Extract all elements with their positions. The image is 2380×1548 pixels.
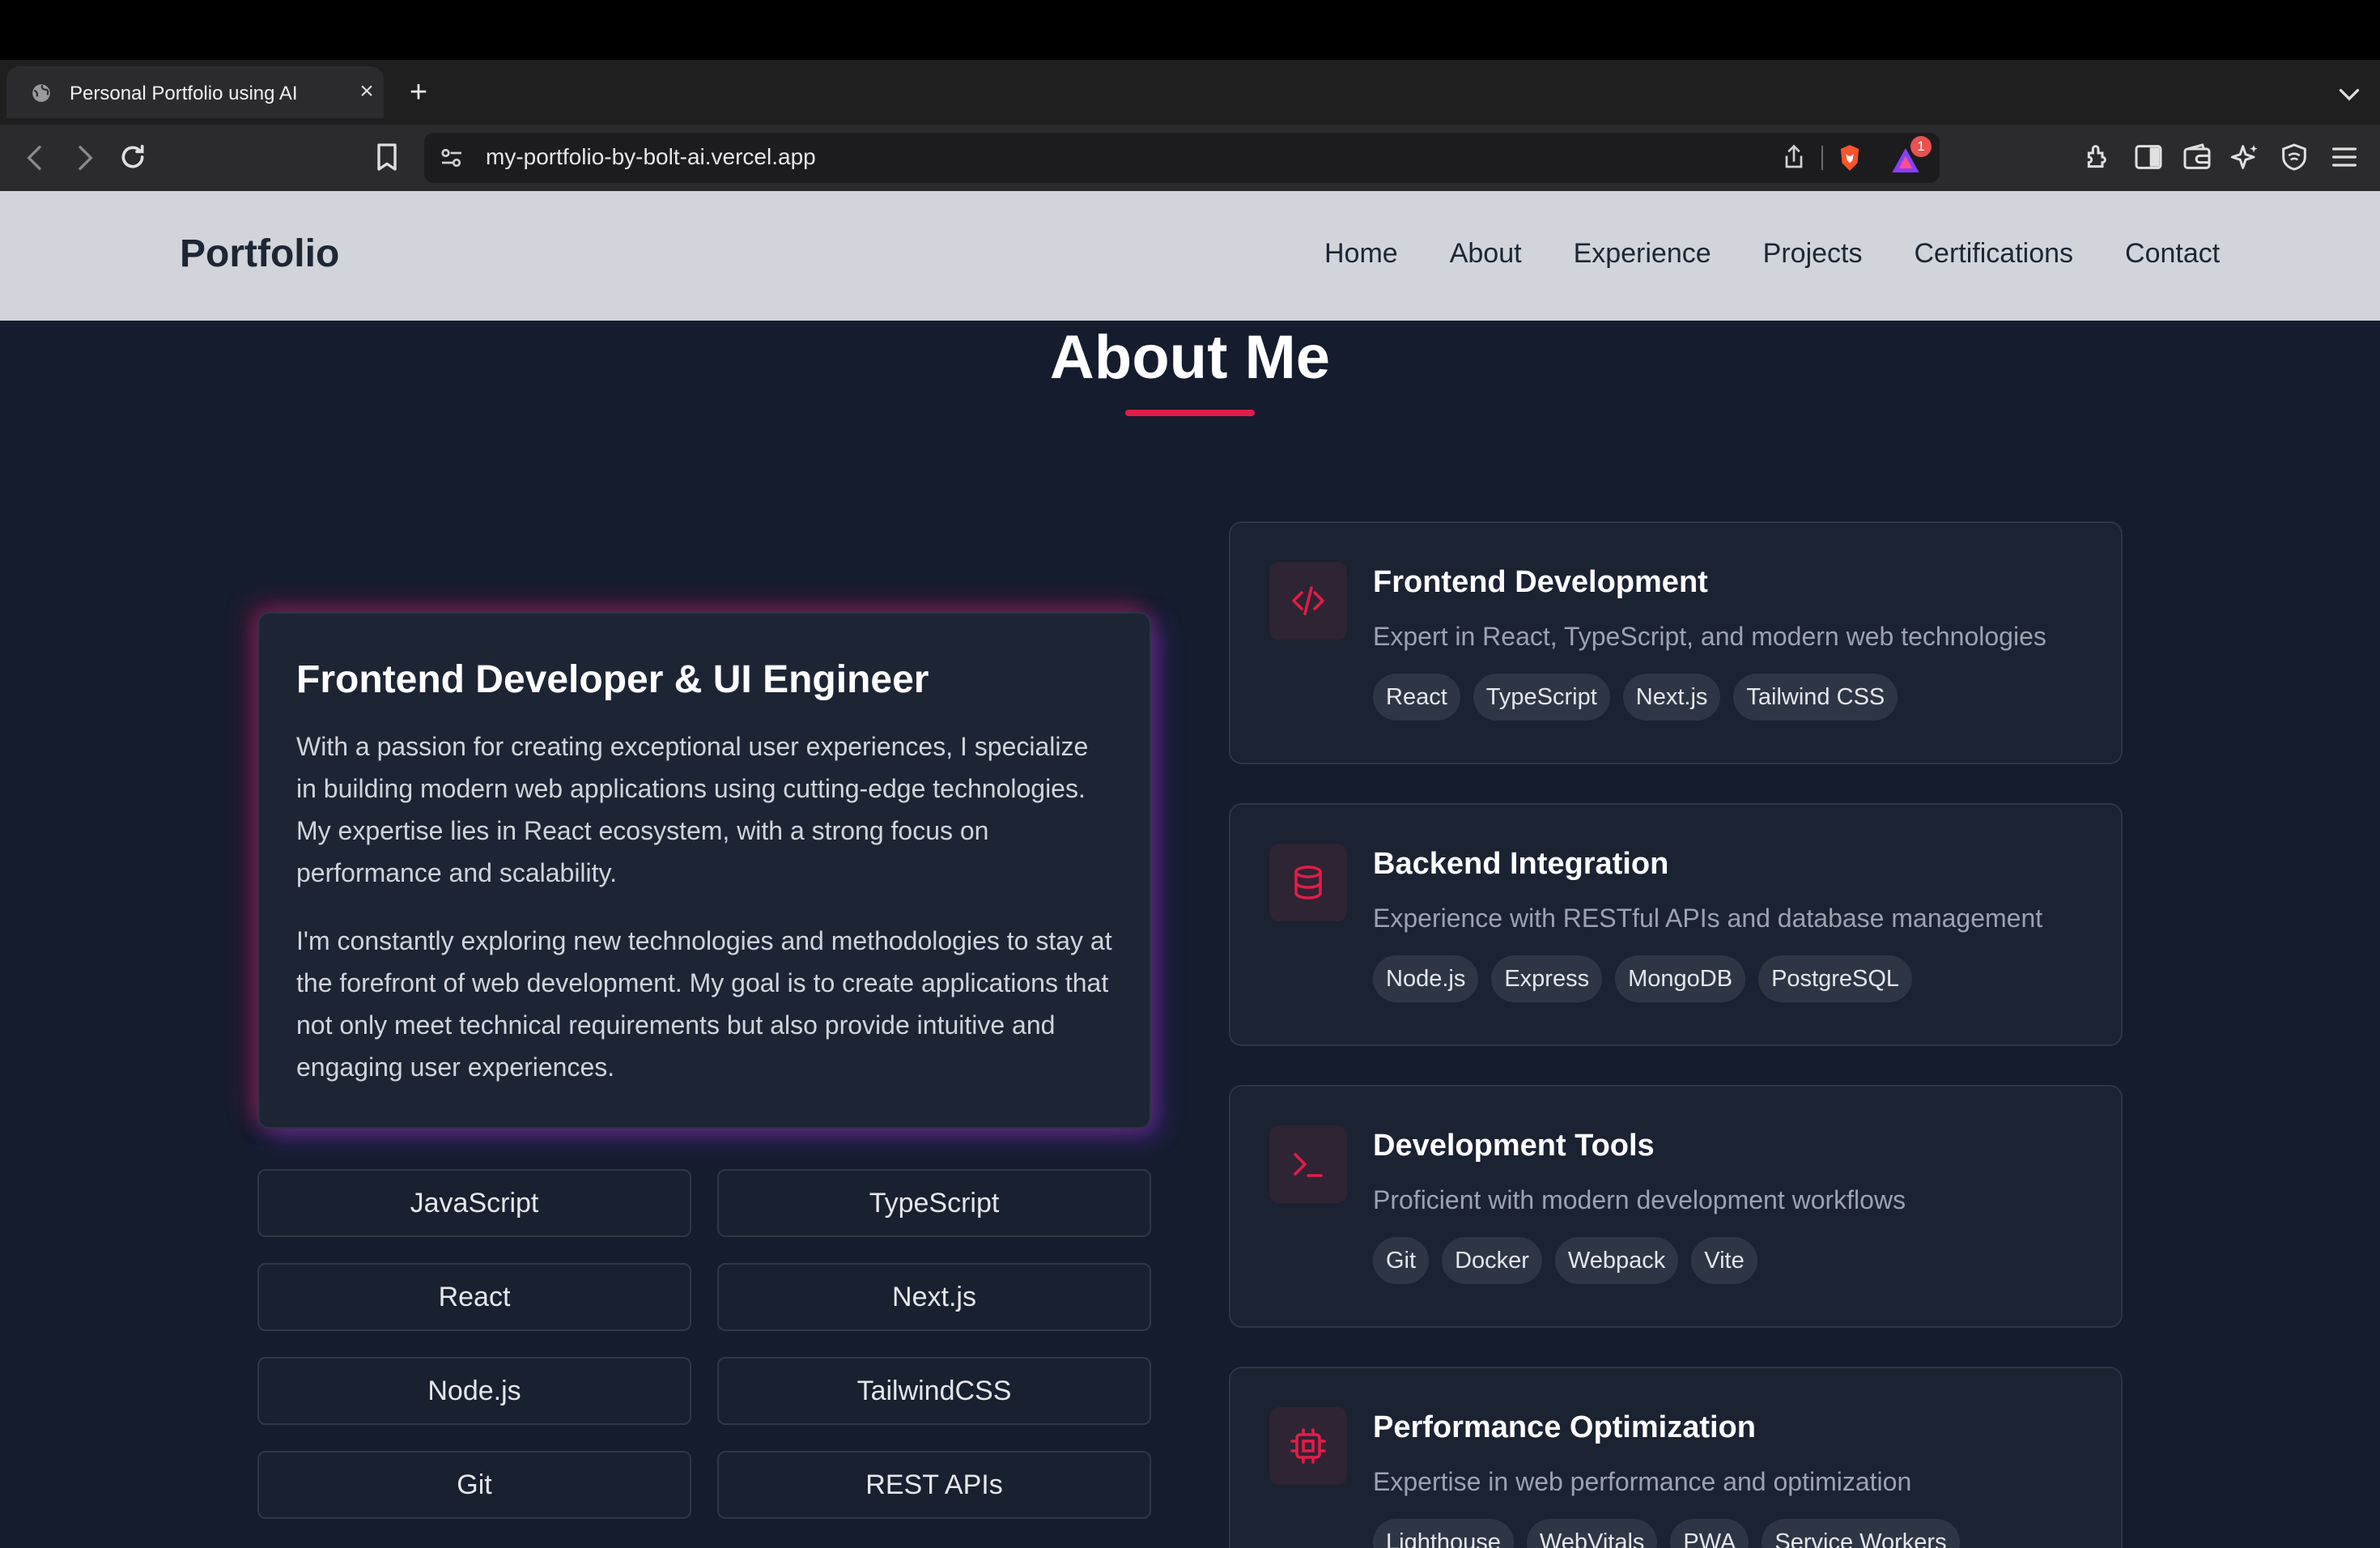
tag-chip: MongoDB — [1615, 955, 1746, 1002]
forward-icon[interactable] — [68, 142, 100, 174]
new-tab-button[interactable]: + — [402, 76, 435, 108]
close-tab-icon[interactable]: × — [353, 78, 380, 105]
back-icon[interactable] — [19, 142, 52, 174]
leo-ai-icon[interactable] — [2229, 141, 2262, 173]
tag-chip: WebVitals — [1526, 1519, 1658, 1548]
browser-tab[interactable]: Personal Portfolio using AI × — [6, 66, 384, 118]
intro-heading: Frontend Developer & UI Engineer — [296, 658, 929, 701]
vpn-shield-icon[interactable] — [2278, 141, 2310, 173]
database-icon — [1269, 844, 1347, 921]
intro-card: Frontend Developer & UI Engineer With a … — [257, 612, 1151, 1129]
site-settings-icon[interactable] — [437, 143, 466, 172]
tag-chip: Node.js — [1373, 955, 1479, 1002]
skill-pill: Git — [257, 1451, 691, 1519]
code-icon — [1269, 562, 1347, 640]
nav-link-contact[interactable]: Contact — [2125, 238, 2220, 270]
tag-chip: React — [1373, 674, 1460, 721]
feature-title: Performance Optimization — [1373, 1410, 1756, 1444]
feature-tags: React TypeScript Next.js Tailwind CSS — [1373, 674, 1898, 721]
tab-title: Personal Portfolio using AI — [70, 83, 298, 104]
menu-icon[interactable] — [2328, 141, 2361, 173]
skill-pill: React — [257, 1263, 691, 1331]
skill-pill: JavaScript — [257, 1169, 691, 1237]
feature-description: Experience with RESTful APIs and databas… — [1373, 904, 2043, 933]
feature-description: Expertise in web performance and optimiz… — [1373, 1467, 1912, 1496]
feature-card: Development Tools Proficient with modern… — [1229, 1085, 2123, 1328]
chevron-down-icon[interactable] — [2335, 79, 2364, 108]
tag-chip: Express — [1491, 955, 1603, 1002]
tag-chip: Vite — [1691, 1237, 1757, 1284]
sidebar-icon[interactable] — [2132, 141, 2165, 173]
cpu-icon — [1269, 1407, 1347, 1485]
nav-link-about[interactable]: About — [1450, 238, 1522, 270]
feature-description: Expert in React, TypeScript, and modern … — [1373, 622, 2046, 651]
title-underline — [1125, 410, 1255, 416]
tag-chip: Next.js — [1622, 674, 1721, 721]
feature-card: Performance Optimization Expertise in we… — [1229, 1367, 2123, 1548]
site-brand[interactable]: Portfolio — [180, 232, 339, 276]
bookmark-icon[interactable] — [371, 141, 403, 173]
section-title: About Me — [1049, 323, 1331, 392]
web-page: Portfolio Home About Experience Projects… — [0, 191, 2380, 1548]
feature-description: Proficient with modern development workf… — [1373, 1185, 1906, 1214]
feature-card: Frontend Development Expert in React, Ty… — [1229, 521, 2123, 764]
terminal-icon — [1269, 1125, 1347, 1203]
feature-title: Development Tools — [1373, 1129, 1655, 1163]
site-navbar: Portfolio Home About Experience Projects… — [0, 191, 2380, 321]
tag-chip: Git — [1373, 1237, 1430, 1284]
skill-pill: TypeScript — [717, 1169, 1151, 1237]
feature-title: Frontend Development — [1373, 565, 1708, 599]
nav-link-home[interactable]: Home — [1324, 238, 1398, 270]
wallet-icon[interactable] — [2181, 141, 2213, 173]
nav-links: Home About Experience Projects Certifica… — [1324, 238, 2220, 270]
omnibox-divider — [1821, 146, 1823, 170]
skill-pill: Node.js — [257, 1357, 691, 1425]
tag-chip: Service Workers — [1762, 1519, 1960, 1548]
feature-tags: Git Docker Webpack Vite — [1373, 1237, 1757, 1284]
brave-shields-icon[interactable] — [1834, 142, 1865, 173]
tag-chip: Webpack — [1554, 1237, 1679, 1284]
skill-pill: Next.js — [717, 1263, 1151, 1331]
intro-paragraph: With a passion for creating exceptional … — [296, 732, 1089, 887]
nav-link-certifications[interactable]: Certifications — [1915, 238, 2074, 270]
notification-badge: 1 — [1910, 136, 1932, 157]
os-menu-bar — [0, 0, 2380, 60]
feature-tags: Lighthouse WebVitals PWA Service Workers — [1373, 1519, 1960, 1548]
feature-card: Backend Integration Experience with REST… — [1229, 803, 2123, 1046]
url-text[interactable]: my-portfolio-by-bolt-ai.vercel.app — [486, 144, 816, 170]
nav-link-projects[interactable]: Projects — [1763, 238, 1863, 270]
reload-icon[interactable] — [117, 141, 149, 173]
tab-strip: Personal Portfolio using AI × + — [0, 60, 2380, 125]
share-icon[interactable] — [1779, 142, 1808, 173]
tag-chip: PostgreSQL — [1758, 955, 1913, 1002]
skill-pill: REST APIs — [717, 1451, 1151, 1519]
skill-pill: TailwindCSS — [717, 1357, 1151, 1425]
tag-chip: Lighthouse — [1373, 1519, 1514, 1548]
feature-tags: Node.js Express MongoDB PostgreSQL — [1373, 955, 1913, 1002]
tag-chip: PWA — [1670, 1519, 1749, 1548]
extensions-icon[interactable] — [2082, 141, 2114, 173]
tag-chip: Docker — [1442, 1237, 1542, 1284]
globe-icon — [31, 83, 52, 104]
tag-chip: Tailwind CSS — [1733, 674, 1898, 721]
address-bar[interactable]: my-portfolio-by-bolt-ai.vercel.app 1 — [424, 133, 1940, 183]
nav-link-experience[interactable]: Experience — [1574, 238, 1711, 270]
intro-paragraph: I'm constantly exploring new technologie… — [296, 926, 1112, 1082]
browser-toolbar: my-portfolio-by-bolt-ai.vercel.app 1 — [0, 125, 2380, 191]
tag-chip: TypeScript — [1473, 674, 1610, 721]
feature-title: Backend Integration — [1373, 847, 1669, 881]
